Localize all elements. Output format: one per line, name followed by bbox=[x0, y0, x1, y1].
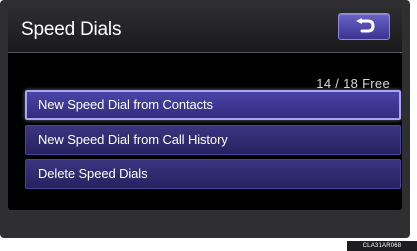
header-bar: Speed Dials bbox=[8, 8, 402, 52]
header-divider bbox=[8, 52, 402, 53]
new-speed-dial-from-contacts-button[interactable]: New Speed Dial from Contacts bbox=[25, 90, 401, 120]
image-code-label: CLA31AR068 bbox=[347, 241, 417, 251]
return-arrow-icon bbox=[356, 18, 375, 33]
page-title: Speed Dials bbox=[21, 19, 122, 40]
free-count: 14 / 18 Free bbox=[316, 76, 390, 91]
display-screen: Speed Dials 14 / 18 Free New Speed Dial … bbox=[8, 8, 402, 210]
display-bezel: Speed Dials 14 / 18 Free New Speed Dial … bbox=[0, 0, 410, 238]
new-speed-dial-from-call-history-button[interactable]: New Speed Dial from Call History bbox=[25, 125, 401, 155]
delete-speed-dials-button[interactable]: Delete Speed Dials bbox=[25, 159, 401, 189]
back-button[interactable] bbox=[338, 13, 390, 40]
